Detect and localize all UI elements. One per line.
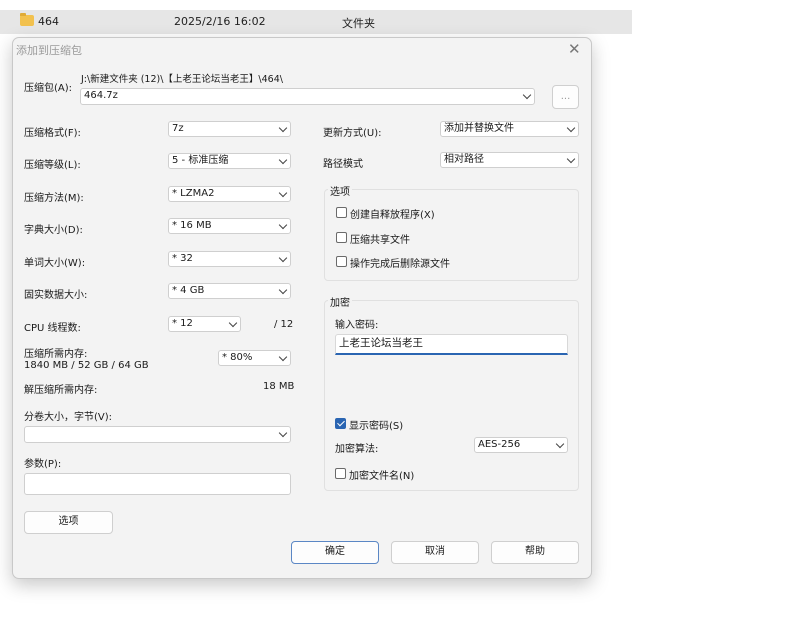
algo-combo[interactable]: AES-256 [474, 437, 568, 453]
format-label: 压缩格式(F): [24, 128, 81, 139]
encryption-group-title: 加密 [328, 294, 352, 309]
memory-detail: 1840 MB / 52 GB / 64 GB [24, 360, 149, 371]
algo-label: 加密算法: [335, 444, 379, 455]
chevron-down-icon [522, 90, 532, 100]
chevron-down-icon [566, 154, 576, 164]
archive-label: 压缩包(A): [24, 83, 73, 94]
threads-total: / 12 [274, 319, 294, 330]
password-label: 输入密码: [335, 320, 379, 331]
help-button[interactable]: 帮助 [491, 541, 579, 564]
add-to-archive-dialog: 添加到压缩包 ✕ 压缩包(A): J:\新建文件夹 (12)\【上老王论坛当老王… [12, 37, 592, 579]
chevron-down-icon [278, 428, 288, 438]
delete-label: 操作完成后删除源文件 [350, 259, 450, 270]
solid-combo[interactable]: * 4 GB [168, 283, 291, 299]
format-value: 7z [172, 123, 184, 134]
params-input[interactable] [24, 473, 291, 495]
solid-value: * 4 GB [172, 285, 205, 296]
chevron-down-icon [228, 318, 238, 328]
threads-combo[interactable]: * 12 [168, 316, 241, 332]
archive-name-value: 464.7z [84, 90, 118, 101]
decomp-label: 解压缩所需内存: [24, 385, 98, 396]
pathmode-label: 路径模式 [323, 159, 363, 170]
chevron-down-icon [278, 285, 288, 295]
dict-combo[interactable]: * 16 MB [168, 218, 291, 234]
method-value: * LZMA2 [172, 188, 215, 199]
solid-label: 固实数据大小: [24, 290, 88, 301]
file-name: 464 [38, 15, 59, 28]
encrypt-names-checkbox[interactable] [335, 468, 346, 479]
archive-path: J:\新建文件夹 (12)\【上老王论坛当老王】\464\ [81, 74, 283, 85]
decomp-value: 18 MB [263, 381, 295, 392]
memory-label: 压缩所需内存: [24, 349, 88, 360]
algo-value: AES-256 [478, 439, 521, 450]
update-combo[interactable]: 添加并替换文件 [440, 121, 579, 137]
volume-label: 分卷大小，字节(V): [24, 412, 113, 423]
chevron-down-icon [278, 220, 288, 230]
params-label: 参数(P): [24, 459, 62, 470]
browse-button[interactable]: ... [552, 85, 579, 109]
threads-value: * 12 [172, 318, 193, 329]
dict-label: 字典大小(D): [24, 225, 83, 236]
update-value: 添加并替换文件 [444, 123, 514, 134]
method-combo[interactable]: * LZMA2 [168, 186, 291, 202]
level-value: 5 - 标准压缩 [172, 155, 229, 166]
volume-combo[interactable] [24, 426, 291, 443]
show-password-checkbox[interactable] [335, 418, 346, 429]
update-label: 更新方式(U): [323, 128, 382, 139]
show-password-label: 显示密码(S) [349, 421, 404, 432]
file-date: 2025/2/16 16:02 [174, 15, 266, 28]
archive-name-combo[interactable]: 464.7z [80, 88, 535, 105]
chevron-down-icon [278, 253, 288, 263]
options-button[interactable]: 选项 [24, 511, 113, 534]
file-type: 文件夹 [342, 17, 375, 30]
pathmode-combo[interactable]: 相对路径 [440, 152, 579, 168]
folder-icon [20, 13, 34, 26]
sfx-label: 创建自释放程序(X) [350, 210, 435, 221]
shared-label: 压缩共享文件 [350, 235, 410, 246]
chevron-down-icon [278, 188, 288, 198]
shared-checkbox[interactable] [336, 232, 347, 243]
word-value: * 32 [172, 253, 193, 264]
level-label: 压缩等级(L): [24, 160, 81, 171]
options-group-title: 选项 [328, 183, 352, 198]
chevron-down-icon [278, 123, 288, 133]
sfx-checkbox[interactable] [336, 207, 347, 218]
level-combo[interactable]: 5 - 标准压缩 [168, 153, 291, 169]
method-label: 压缩方法(M): [24, 193, 84, 204]
word-label: 单词大小(W): [24, 258, 86, 269]
word-combo[interactable]: * 32 [168, 251, 291, 267]
threads-label: CPU 线程数: [24, 323, 81, 334]
memory-combo[interactable]: * 80% [218, 350, 291, 366]
chevron-down-icon [566, 123, 576, 133]
encrypt-names-label: 加密文件名(N) [349, 471, 415, 482]
dict-value: * 16 MB [172, 220, 212, 231]
explorer-file-row[interactable]: 464 2025/2/16 16:02 文件夹 [0, 10, 632, 34]
password-input[interactable]: 上老王论坛当老王 [335, 334, 568, 355]
memory-value: * 80% [222, 352, 253, 363]
chevron-down-icon [555, 439, 565, 449]
pathmode-value: 相对路径 [444, 154, 484, 165]
chevron-down-icon [278, 352, 288, 362]
ok-button[interactable]: 确定 [291, 541, 379, 564]
chevron-down-icon [278, 155, 288, 165]
dialog-title: 添加到压缩包 [16, 44, 82, 57]
cancel-button[interactable]: 取消 [391, 541, 479, 564]
close-icon[interactable]: ✕ [568, 40, 581, 58]
format-combo[interactable]: 7z [168, 121, 291, 137]
delete-checkbox[interactable] [336, 256, 347, 267]
